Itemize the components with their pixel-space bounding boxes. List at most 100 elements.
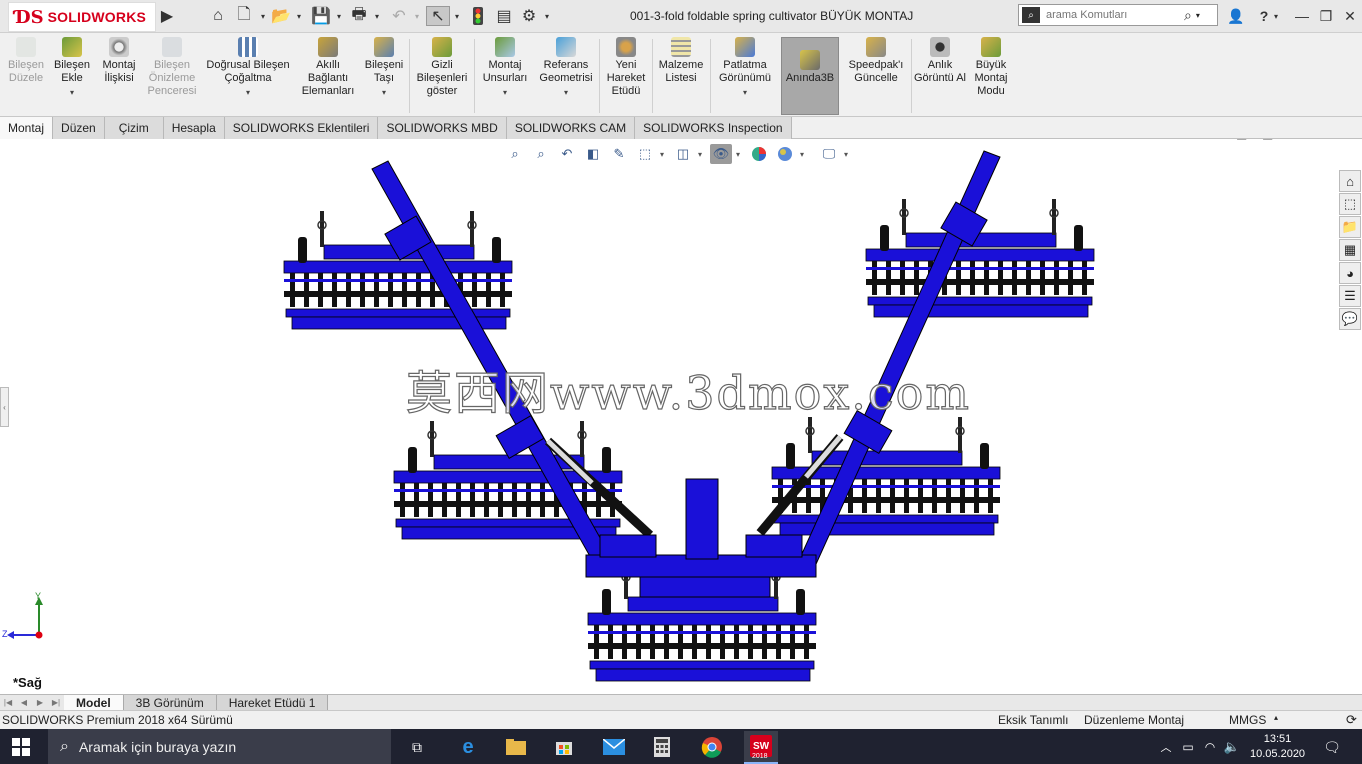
assembly-features-button[interactable]: Montaj Unsurları ▾ [478, 37, 532, 115]
chevron-down-icon[interactable]: ▾ [334, 6, 344, 26]
chevron-down-icon[interactable]: ▾ [70, 86, 74, 99]
volume-icon[interactable]: 🔈 [1220, 735, 1244, 759]
system-clock[interactable]: 13:51 10.05.2020 [1250, 732, 1305, 762]
save-icon[interactable]: 💾 [310, 6, 332, 26]
close-icon[interactable]: ✕ [1338, 6, 1362, 26]
svg-text:SW: SW [753, 741, 770, 752]
task-view-icon[interactable]: ⧉ [405, 735, 429, 759]
tab-montaj[interactable]: Montaj [0, 117, 54, 139]
windows-start-icon[interactable] [12, 738, 30, 756]
definition-status: Eksik Tanımlı [998, 713, 1069, 727]
chevron-down-icon[interactable]: ▾ [258, 6, 268, 26]
wifi-icon[interactable]: ◠ [1198, 735, 1222, 759]
chevron-down-icon[interactable]: ▾ [412, 6, 422, 26]
select-pointer-icon[interactable]: ↖ [426, 6, 450, 26]
next-tab-arrow-icon[interactable]: ▶ [32, 696, 48, 710]
tab-hesapla[interactable]: Hesapla [163, 117, 225, 139]
large-assembly-mode-button[interactable]: Büyük Montaj Modu [968, 37, 1014, 115]
search-icon[interactable]: ⌕ [1184, 7, 1192, 24]
options-gear-icon[interactable]: ⚙ [518, 6, 540, 26]
ribbon-divider [409, 39, 410, 113]
chevron-down-icon[interactable]: ▾ [382, 86, 386, 99]
first-tab-arrow-icon[interactable]: |◀ [0, 696, 16, 710]
chevron-up-icon[interactable]: ▴ [1274, 713, 1278, 722]
reference-geometry-button[interactable]: Referans Geometrisi ▾ [536, 37, 596, 115]
flyout-arrow-icon[interactable]: ▶ [159, 6, 175, 26]
user-account-icon[interactable]: 👤 [1224, 6, 1248, 26]
store-icon[interactable] [552, 735, 576, 759]
taskbar-search-box[interactable]: ⌕ Aramak için buraya yazın [48, 729, 391, 764]
bill-of-materials-icon [671, 37, 691, 57]
take-snapshot-button[interactable]: Anlık Görüntü Al [914, 37, 966, 115]
show-hidden-icon [432, 37, 452, 57]
tab-motion-study-1[interactable]: Hareket Etüdü 1 [216, 695, 329, 710]
home-icon[interactable]: ⌂ [207, 6, 229, 26]
linear-pattern-button[interactable]: Doğrusal Bileşen Çoğaltma ▾ [202, 37, 294, 115]
show-hidden-components-button[interactable]: Gizli Bileşenleri göster [412, 37, 472, 115]
coordinate-triad [7, 597, 43, 639]
print-icon[interactable]: 🖶 [348, 6, 370, 26]
ds-logo-icon: ƊS [15, 6, 44, 28]
file-explorer-taskbar-icon[interactable] [504, 735, 528, 759]
traffic-light-icon[interactable] [468, 6, 488, 26]
tab-inspection[interactable]: SOLIDWORKS Inspection [635, 117, 792, 139]
update-speedpak-button[interactable]: Speedpak'ı Güncelle [843, 37, 909, 115]
minimize-icon[interactable]: — [1290, 6, 1314, 26]
tab-mbd[interactable]: SOLIDWORKS MBD [378, 117, 507, 139]
new-document-icon[interactable]: 🗋 [233, 6, 255, 26]
bill-of-materials-button[interactable]: Malzeme Listesi [655, 37, 707, 115]
file-properties-icon[interactable]: ▤ [494, 6, 514, 26]
chevron-down-icon[interactable]: ▾ [743, 86, 747, 99]
tab-eklentiler[interactable]: SOLIDWORKS Eklentileri [224, 117, 379, 139]
command-search[interactable]: ⌕ ⌕ ▾ [1018, 4, 1218, 26]
insert-component-button[interactable]: Bileşen Ekle ▾ [50, 37, 94, 115]
calculator-icon[interactable] [650, 735, 674, 759]
exploded-view-button[interactable]: Patlatma Görünümü ▾ [713, 37, 777, 115]
move-component-button[interactable]: Bileşeni Taşı ▾ [360, 37, 408, 115]
new-motion-study-icon [616, 37, 636, 57]
chevron-down-icon[interactable]: ▾ [1270, 6, 1282, 26]
chevron-down-icon[interactable]: ▾ [372, 6, 382, 26]
axis-z-label: Z [2, 629, 8, 639]
tab-duzen[interactable]: Düzen [53, 117, 105, 139]
notifications-icon[interactable]: 🗨 [1320, 735, 1344, 759]
solidworks-taskbar-icon[interactable]: SW 2018 [744, 731, 778, 764]
tab-3d-view[interactable]: 3B Görünüm [123, 695, 217, 710]
unit-system[interactable]: MMGS [1229, 713, 1266, 727]
undo-icon[interactable]: ↶ [388, 6, 410, 26]
solidworks-logo[interactable]: ƊS SOLIDWORKS [8, 2, 156, 32]
tab-cam[interactable]: SOLIDWORKS CAM [506, 117, 636, 139]
edit-component-button[interactable]: Bileşen Düzele [4, 37, 48, 115]
smart-fasteners-button[interactable]: Akıllı Bağlantı Elemanları [298, 37, 358, 115]
instant3d-button[interactable]: Anında3B [781, 37, 839, 115]
battery-icon[interactable]: ▭ [1176, 735, 1200, 759]
chevron-down-icon[interactable]: ▾ [542, 6, 552, 26]
chevron-down-icon[interactable]: ▾ [1196, 11, 1200, 20]
graphics-area[interactable]: ⌕ ⌕ ↶ ◧ ✎ ⬚ ▾ ◫ ▾ 👁 ▾ ▾ 🖵 ▾ ◧ ◨ — ❐ ✕ ⌂ … [0, 139, 1362, 694]
restore-icon[interactable]: ❐ [1314, 6, 1338, 26]
chevron-down-icon[interactable]: ▾ [294, 6, 304, 26]
title-bar: ƊS SOLIDWORKS ▶ ⌂ 🗋 ▾ 📂 ▾ 💾 ▾ 🖶 ▾ ↶ ▾ ↖ … [0, 0, 1362, 33]
chevron-down-icon[interactable]: ▾ [246, 86, 250, 99]
chevron-down-icon[interactable]: ▾ [564, 86, 568, 99]
mate-button[interactable]: Montaj İlişkisi [96, 37, 142, 115]
chevron-up-icon[interactable]: ︿ [1154, 735, 1178, 759]
chevron-down-icon[interactable]: ▾ [452, 6, 462, 26]
prev-tab-arrow-icon[interactable]: ◀ [16, 696, 32, 710]
chrome-icon[interactable] [700, 735, 724, 759]
tab-cizim[interactable]: Çizim [104, 117, 164, 139]
new-motion-study-button[interactable]: Yeni Hareket Etüdü [602, 37, 650, 115]
mail-icon[interactable] [602, 735, 626, 759]
last-tab-arrow-icon[interactable]: ▶| [48, 696, 64, 710]
tab-model[interactable]: Model [64, 695, 124, 710]
move-component-icon [374, 37, 394, 57]
smart-fasteners-icon [318, 37, 338, 57]
command-manager-ribbon: Bileşen Düzele Bileşen Ekle ▾ Montaj İli… [0, 33, 1362, 117]
watermark-text: 莫西网www.3dmox.com [405, 365, 971, 420]
open-folder-icon[interactable]: 📂 [270, 6, 292, 26]
edge-browser-icon[interactable]: e [456, 735, 480, 759]
chevron-down-icon[interactable]: ▾ [503, 86, 507, 99]
rebuild-status-icon[interactable]: ⟳ [1346, 712, 1357, 728]
component-preview-button[interactable]: Bileşen Önizleme Penceresi [144, 37, 200, 115]
search-input[interactable] [1040, 9, 1180, 21]
